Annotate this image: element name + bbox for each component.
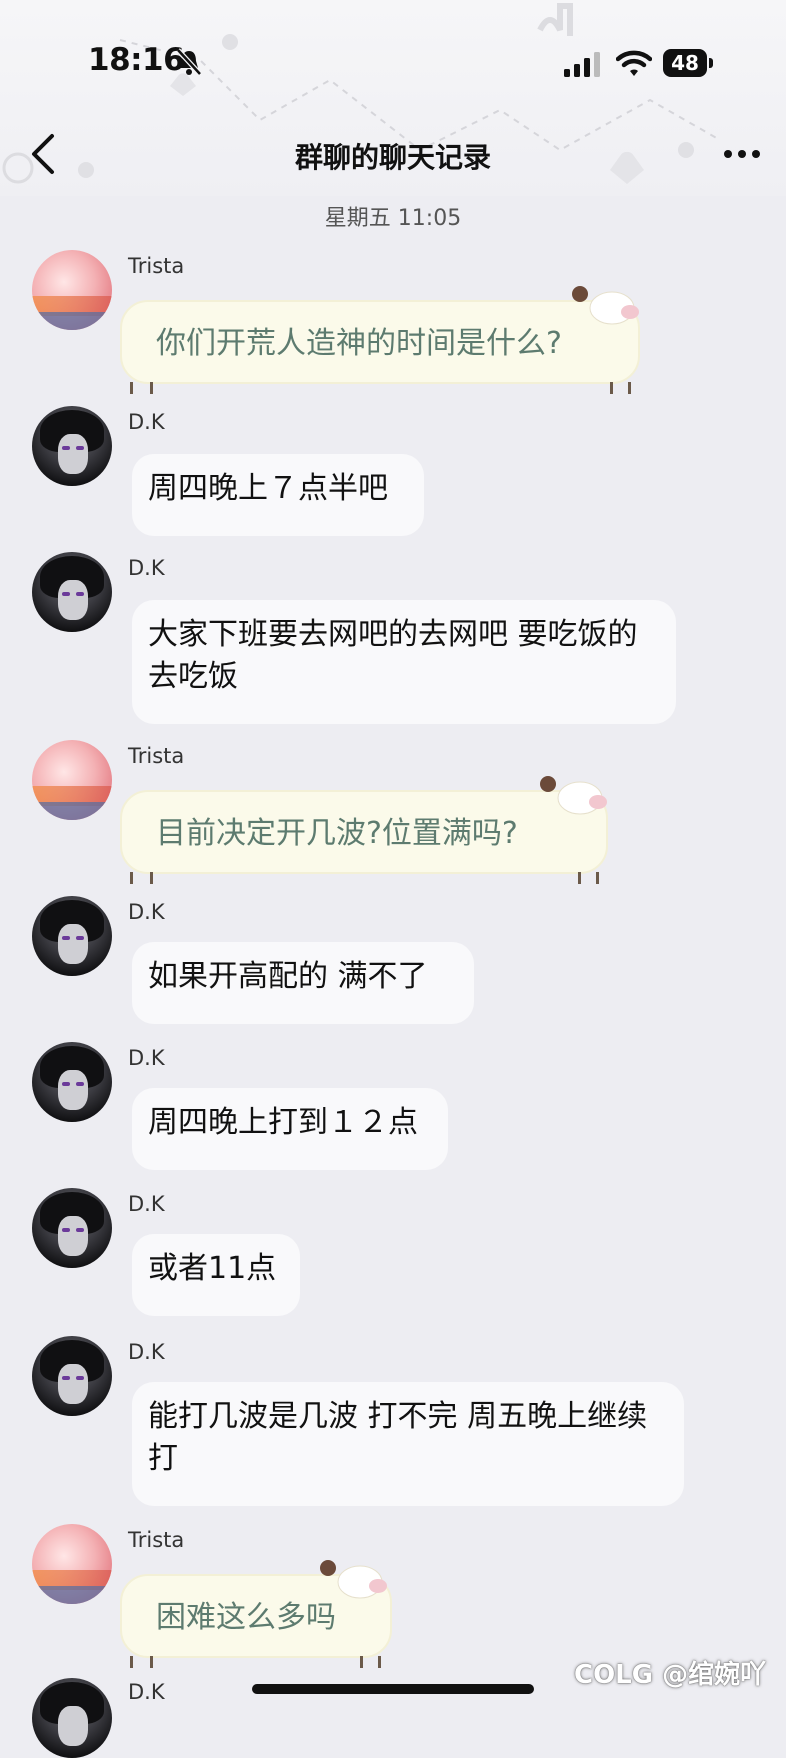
sender-name: D.K — [128, 1192, 165, 1216]
top-bar: 18:16 48 群聊的聊天记录 — [0, 0, 786, 196]
avatar[interactable] — [32, 552, 112, 632]
sender-name: D.K — [128, 900, 165, 924]
message-text: 你们开荒人造神的时间是什么? — [156, 326, 562, 361]
avatar[interactable] — [32, 1042, 112, 1122]
message-text: 目前决定开几波?位置满吗? — [156, 816, 518, 851]
message-timestamp: 星期五 11:05 — [324, 206, 462, 231]
message-bubble[interactable]: 目前决定开几波?位置满吗? — [120, 790, 608, 874]
avatar[interactable] — [32, 740, 112, 820]
message-text: 能打几波是几波 打不完 周五晚上继续打 — [148, 1399, 648, 1476]
sender-name: D.K — [128, 1680, 165, 1704]
cellular-signal-icon — [564, 52, 600, 77]
sender-name: D.K — [128, 556, 165, 580]
sheep-icon — [540, 776, 607, 815]
message-bubble[interactable]: 大家下班要去网吧的去网吧 要吃饭的去吃饭 — [132, 600, 676, 724]
sheep-icon — [320, 1560, 387, 1599]
message-text: 或者11点 — [148, 1251, 277, 1286]
sender-name: Trista — [128, 744, 185, 768]
sender-name: D.K — [128, 1340, 165, 1364]
home-indicator[interactable] — [252, 1684, 534, 1694]
message-text: 困难这么多吗 — [156, 1600, 336, 1635]
status-time: 18:16 — [88, 42, 185, 78]
message-text: 周四晚上７点半吧 — [148, 471, 388, 506]
message-text: 如果开高配的 满不了 — [148, 959, 428, 994]
message-text: 大家下班要去网吧的去网吧 要吃饭的去吃饭 — [148, 617, 638, 694]
message-bubble[interactable]: 你们开荒人造神的时间是什么? — [120, 300, 640, 384]
message-bubble[interactable]: 周四晚上打到１２点 — [132, 1088, 448, 1170]
avatar[interactable] — [32, 1336, 112, 1416]
battery-cap — [709, 58, 713, 68]
avatar[interactable] — [32, 406, 112, 486]
battery-indicator: 48 — [663, 49, 707, 77]
avatar[interactable] — [32, 1524, 112, 1604]
sender-name: D.K — [128, 410, 165, 434]
message-bubble[interactable]: 如果开高配的 满不了 — [132, 942, 474, 1024]
sender-name: Trista — [128, 254, 185, 278]
wifi-icon — [616, 50, 652, 76]
avatar[interactable] — [32, 896, 112, 976]
message-text: 周四晚上打到１２点 — [148, 1105, 418, 1140]
message-bubble[interactable]: 或者11点 — [132, 1234, 300, 1316]
more-options-icon[interactable] — [722, 140, 762, 168]
sender-name: Trista — [128, 1528, 185, 1552]
sheep-icon — [572, 286, 639, 325]
page-title: 群聊的聊天记录 — [294, 141, 491, 174]
sender-name: D.K — [128, 1046, 165, 1070]
avatar[interactable] — [32, 250, 112, 330]
avatar[interactable] — [32, 1678, 112, 1758]
watermark: COLG @绾婉吖 — [574, 1660, 767, 1690]
mute-bell-icon — [176, 48, 202, 76]
message-bubble[interactable]: 能打几波是几波 打不完 周五晚上继续打 — [132, 1382, 684, 1506]
message-bubble[interactable]: 周四晚上７点半吧 — [132, 454, 424, 536]
avatar[interactable] — [32, 1188, 112, 1268]
